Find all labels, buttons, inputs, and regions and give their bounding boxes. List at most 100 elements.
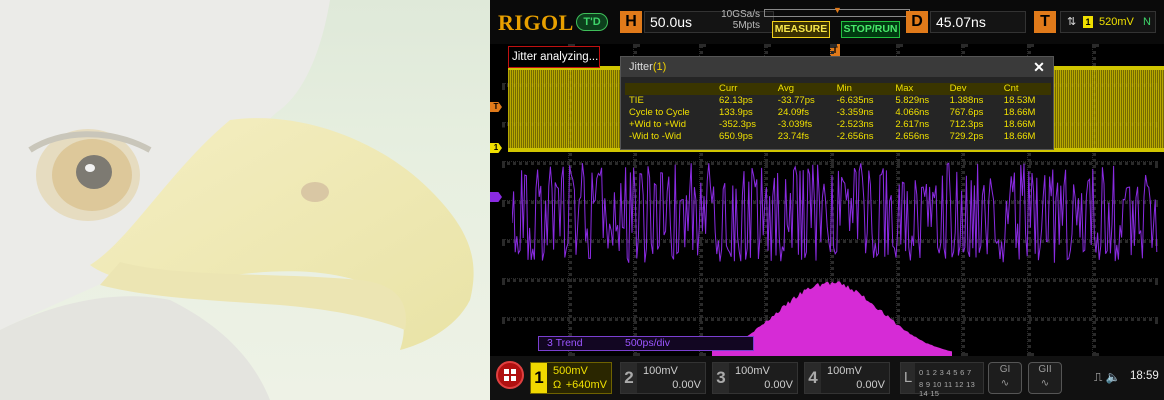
delay-key[interactable]: D: [906, 11, 928, 33]
channel-3-settings[interactable]: 3 100mV 0.00V: [712, 362, 798, 394]
row-label: Cycle to Cycle: [629, 107, 690, 118]
channel-3-scale: 100mV: [735, 365, 770, 377]
column-header: Min: [832, 83, 892, 95]
close-icon[interactable]: ✕: [1031, 59, 1047, 75]
channel-4-scale: 100mV: [827, 365, 862, 377]
jitter-title-channel: (1): [652, 61, 667, 73]
column-header: Curr: [715, 83, 774, 95]
table-cell: -352.3ps: [719, 119, 756, 130]
generator-1-button[interactable]: GI ∿: [988, 362, 1022, 394]
trend-trace-path: [512, 162, 1158, 263]
table-cell: 5.829ns: [895, 95, 930, 106]
table-cell: 4.066ns: [895, 107, 930, 118]
jitter-trend-trace: [512, 162, 1158, 263]
channel-2-settings[interactable]: 2 100mV 0.00V: [620, 362, 706, 394]
trigger-settings[interactable]: ⇅ 1 520mV N: [1060, 11, 1156, 33]
column-header: Dev: [945, 83, 1000, 95]
channel-1-offset: +640mV: [565, 379, 607, 391]
trigger-position-marker-icon: ▼: [833, 5, 842, 15]
touch-display-badge[interactable]: T'D: [576, 13, 608, 31]
sample-rate: 10GSa/s: [721, 9, 760, 20]
table-cell: 2.617ns: [895, 119, 930, 130]
oscilloscope-screen: RIGOL T'D H 50.0us 10GSa/s 5Mpts ▼ MEASU…: [490, 0, 1164, 400]
generator-1-label: GI: [999, 364, 1011, 375]
trigger-position-strip: ▼: [764, 5, 910, 17]
trend-scale: 500ps/div: [625, 337, 670, 349]
column-header: [625, 83, 715, 95]
table-cell: 18.53M: [1003, 95, 1036, 106]
clock-time: 18:59: [1130, 370, 1159, 382]
channel-1-number: 1: [531, 363, 547, 393]
table-cell: 18.66M: [1003, 119, 1036, 130]
eagle-illustration: [0, 0, 474, 400]
table-row: TIE 62.13ps -33.77ps -6.635ns 5.829ns 1.…: [625, 95, 1051, 107]
stop-run-button[interactable]: STOP/RUN: [841, 21, 900, 38]
jitter-window-title[interactable]: Jitter(1): [621, 57, 1053, 77]
speaker-icon[interactable]: 🔈: [1106, 370, 1121, 384]
table-cell: -2.656ns: [836, 131, 874, 142]
memory-depth: 5Mpts: [732, 20, 760, 31]
table-cell: 650.9ps: [719, 131, 753, 142]
status-icons: ⎍ 🔈: [1094, 370, 1121, 385]
acquisition-info: 10GSa/s 5Mpts: [702, 9, 760, 31]
channel-3-offset: 0.00V: [764, 379, 793, 391]
sine-wave-icon: ∿: [1040, 378, 1050, 389]
trigger-mode: N: [1143, 16, 1151, 28]
column-header: Avg: [773, 83, 833, 95]
column-header: Max: [891, 83, 946, 95]
logic-analyzer-settings[interactable]: L 0 1 2 3 4 5 6 7 8 9 10 11 12 13 14 15: [900, 362, 984, 398]
eagle-photo: [0, 0, 490, 400]
table-cell: 712.3ps: [949, 119, 984, 130]
table-cell: 767.6ps: [949, 107, 984, 118]
trend-name: 3 Trend: [547, 337, 583, 349]
table-cell: 18.66M: [1003, 107, 1036, 118]
jitter-results-table: Curr Avg Min Max Dev Cnt TIE 62.13ps -33…: [625, 83, 1051, 143]
table-cell: 133.9ps: [719, 107, 753, 118]
main-menu-button[interactable]: [496, 361, 524, 389]
ch1-offset-marker[interactable]: 1: [490, 143, 502, 153]
sine-wave-icon: ∿: [1000, 378, 1010, 389]
channel-4-number: 4: [805, 363, 821, 393]
table-cell: 62.13ps: [719, 95, 753, 106]
table-cell: 24.09fs: [777, 107, 809, 118]
table-cell: 1.388ns: [949, 95, 984, 106]
table-row: -Wid to -Wid 650.9ps 23.74fs -2.656ns 2.…: [625, 131, 1051, 143]
row-label: TIE: [629, 95, 644, 106]
logic-channels-low: 0 1 2 3 4 5 6 7: [919, 368, 972, 377]
delay-value[interactable]: 45.07ns: [930, 11, 1026, 33]
channel-2-scale: 100mV: [643, 365, 678, 377]
bottom-channel-bar: 1 500mV Ω +640mV 2 100mV 0.00V 3 100mV 0…: [490, 356, 1164, 400]
rising-falling-edge-icon: ⇅: [1067, 16, 1077, 28]
network-icon[interactable]: ⎍: [1094, 370, 1102, 384]
channel-1-coupling: Ω: [553, 379, 562, 391]
logic-channels-high: 8 9 10 11 12 13 14 15: [919, 380, 976, 398]
table-cell: 23.74fs: [777, 131, 809, 142]
channel-1-scale: 500mV: [553, 365, 588, 377]
channel-4-settings[interactable]: 4 100mV 0.00V: [804, 362, 890, 394]
table-row: +Wid to +Wid -352.3ps -3.039fs -2.523ns …: [625, 119, 1051, 131]
channel-4-offset: 0.00V: [856, 379, 885, 391]
table-cell: -3.039fs: [777, 119, 813, 130]
trend-label-box[interactable]: 3 Trend 500ps/div: [538, 336, 754, 351]
generator-2-label: GII: [1038, 364, 1052, 375]
table-cell: 18.66M: [1003, 131, 1036, 142]
table-cell: 2.656ns: [895, 131, 930, 142]
channel-2-offset: 0.00V: [672, 379, 701, 391]
menu-grid-icon: [504, 369, 509, 374]
jitter-results-window: Jitter(1) ✕ Curr Avg Min Max Dev Cnt TIE…: [620, 56, 1054, 150]
channel-1-settings[interactable]: 1 500mV Ω +640mV: [530, 362, 612, 394]
trigger-key[interactable]: T: [1034, 11, 1056, 33]
measure-button[interactable]: MEASURE: [772, 21, 830, 38]
jitter-title-text: Jitter: [629, 61, 653, 73]
trigger-source-channel: 1: [1083, 16, 1093, 28]
generator-2-button[interactable]: GII ∿: [1028, 362, 1062, 394]
top-status-bar: RIGOL T'D H 50.0us 10GSa/s 5Mpts ▼ MEASU…: [490, 0, 1164, 44]
table-cell: -3.359ns: [836, 107, 874, 118]
table-cell: -6.635ns: [836, 95, 874, 106]
row-label: -Wid to -Wid: [629, 131, 682, 142]
trend-offset-marker[interactable]: [490, 192, 502, 202]
trigger-level-marker[interactable]: T: [490, 102, 502, 112]
horizontal-key[interactable]: H: [620, 11, 642, 33]
trigger-level-value: 520mV: [1099, 16, 1134, 28]
table-row: Cycle to Cycle 133.9ps 24.09fs -3.359ns …: [625, 107, 1051, 119]
